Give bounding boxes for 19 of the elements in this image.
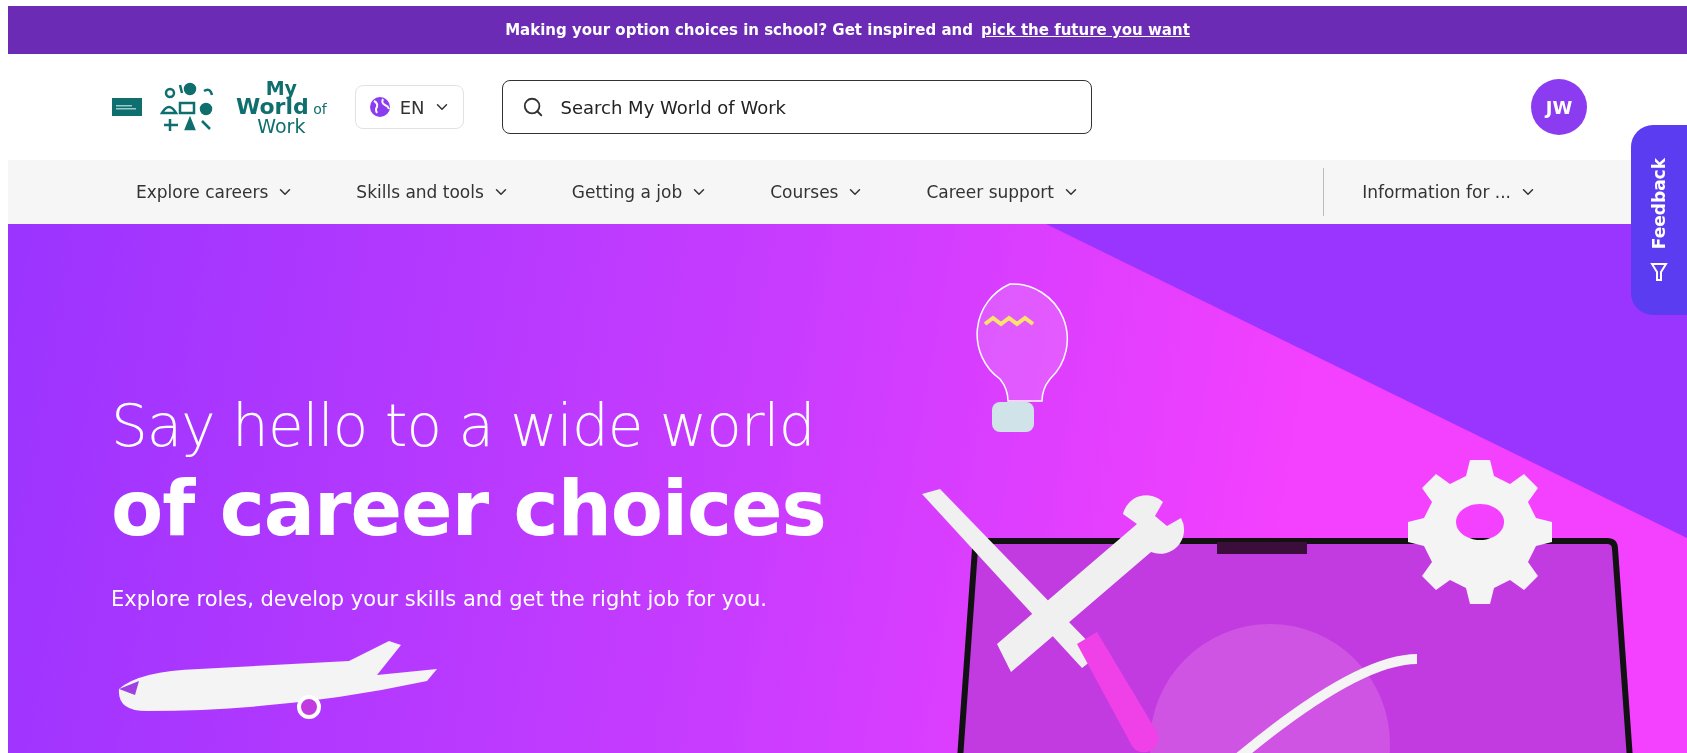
search-field[interactable]: Search My World of Work [501,80,1092,134]
nav-menu-item[interactable]: Career support [926,182,1080,202]
site-logo-text[interactable]: My World of Work [236,78,327,136]
hero-subtitle: Explore roles, develop your skills and get the right job for you. [111,587,768,611]
user-avatar[interactable]: JW [1531,79,1587,135]
globe-icon [367,95,392,119]
nav-menu-item[interactable]: Courses [770,182,865,202]
banner-link[interactable]: pick the future you want [980,21,1190,39]
nav-menu-item[interactable]: Information for ... [1362,182,1537,202]
nav-menu-item[interactable]: Explore careers [136,182,295,202]
hero-headline-bold: of career choices [111,464,827,553]
banner-text: Making your option choices in school? Get inspired and [505,21,973,39]
language-selector[interactable]: EN [354,85,464,129]
organisation-logo-icon[interactable] [112,98,142,116]
nav-menu-item[interactable]: Getting a job [571,182,709,202]
search-icon [521,96,544,118]
nav-menu-item[interactable]: Skills and tools [356,182,510,202]
feedback-tab[interactable]: Feedback [1631,125,1687,315]
hero-headline: Say hello to a wide world [111,392,816,460]
